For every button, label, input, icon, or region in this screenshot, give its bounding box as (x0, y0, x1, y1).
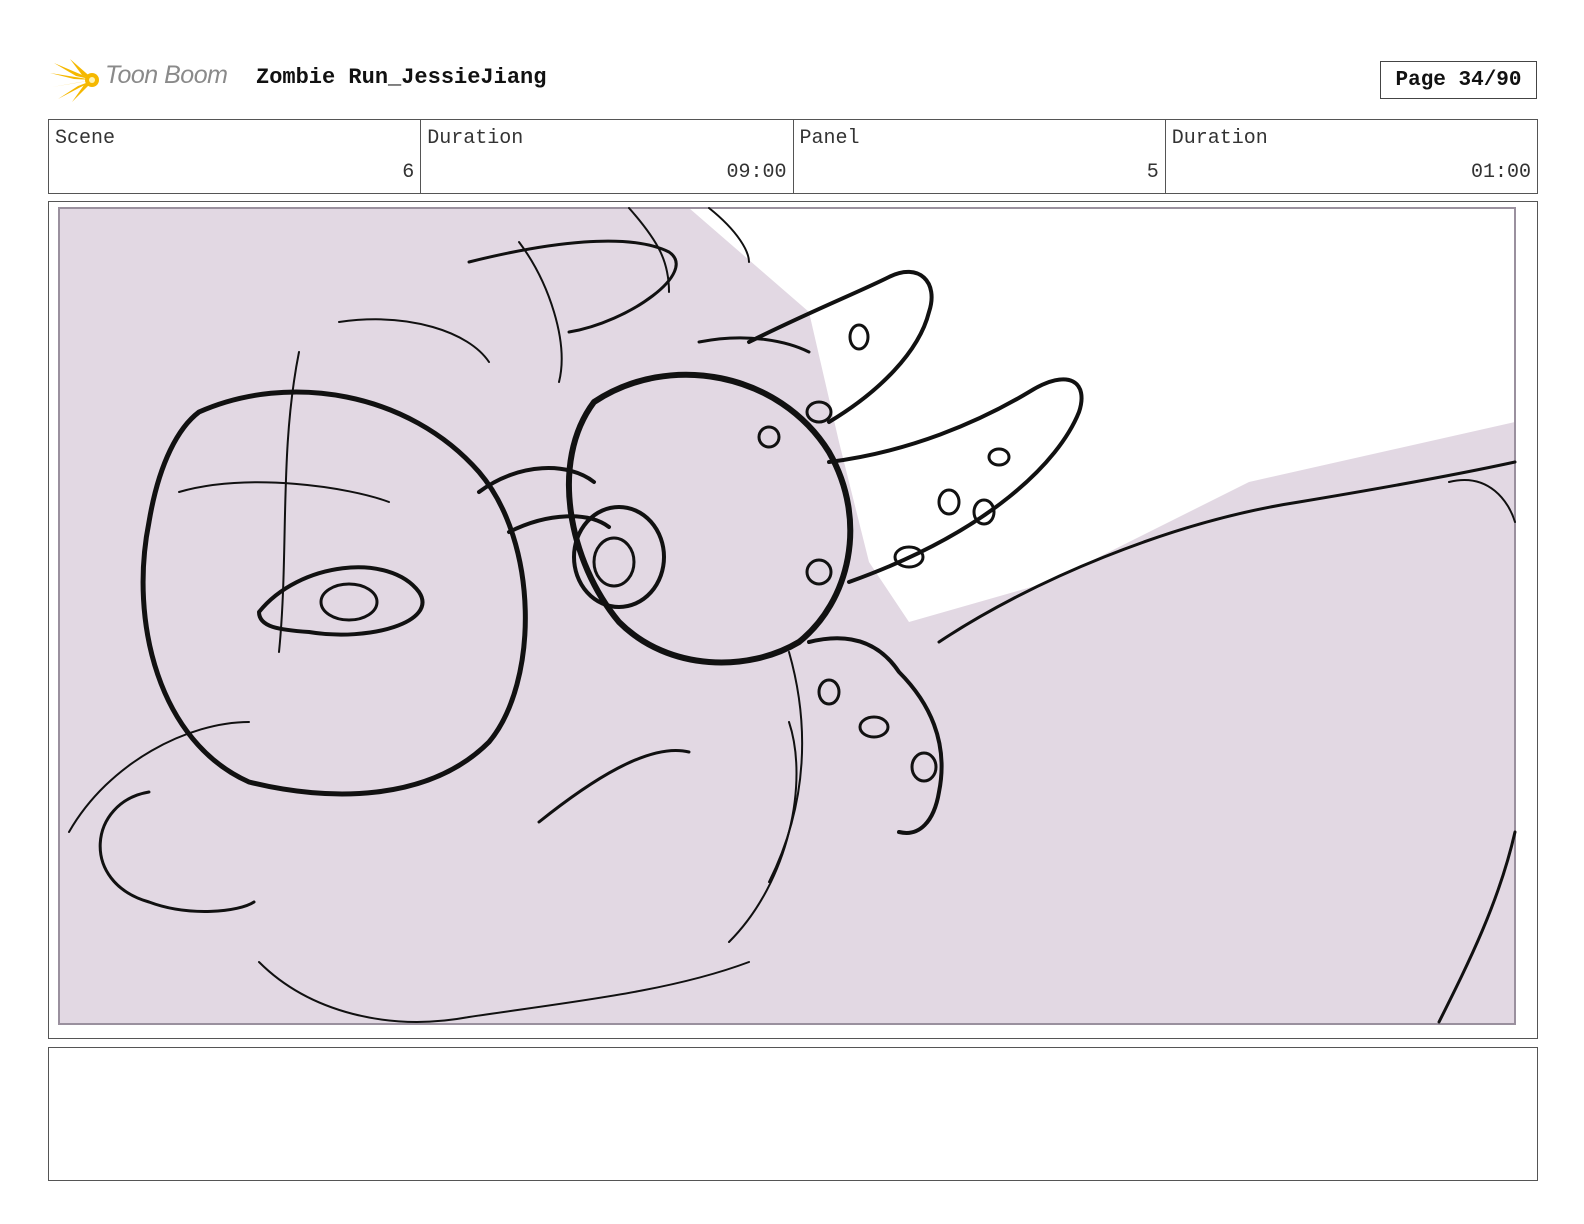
panel-duration-cell: Duration 01:00 (1166, 120, 1537, 193)
scene-duration-value: 09:00 (726, 161, 787, 184)
page-header: Toon Boom Zombie Run_JessieJiang Page 34… (50, 55, 1540, 105)
info-table: Scene 6 Duration 09:00 Panel 5 Duration … (48, 119, 1538, 194)
panel-duration-label: Duration (1171, 127, 1268, 150)
logo-text: Toon Boom (105, 61, 228, 89)
panel-label: Panel (799, 127, 860, 150)
project-title: Zombie Run_JessieJiang (256, 65, 547, 90)
panel-cell: Panel 5 (794, 120, 1166, 193)
panel-duration-value: 01:00 (1470, 161, 1531, 184)
panel-value: 5 (1146, 161, 1159, 184)
scene-cell: Scene 6 (49, 120, 422, 193)
panel-background (59, 208, 1515, 1024)
scene-duration-label: Duration (427, 127, 524, 150)
tentacle-middle (827, 377, 1084, 584)
action-notes-box (48, 1047, 1538, 1181)
star-burst-icon (50, 59, 99, 102)
storyboard-panel (48, 201, 1538, 1039)
scene-duration-cell: Duration 09:00 (421, 120, 794, 193)
page-number: Page 34/90 (1380, 61, 1537, 99)
scene-label: Scene (55, 127, 116, 150)
scene-value: 6 (402, 161, 415, 184)
panel-sketch (58, 207, 1517, 1025)
toon-boom-logo: Toon Boom (50, 55, 240, 105)
